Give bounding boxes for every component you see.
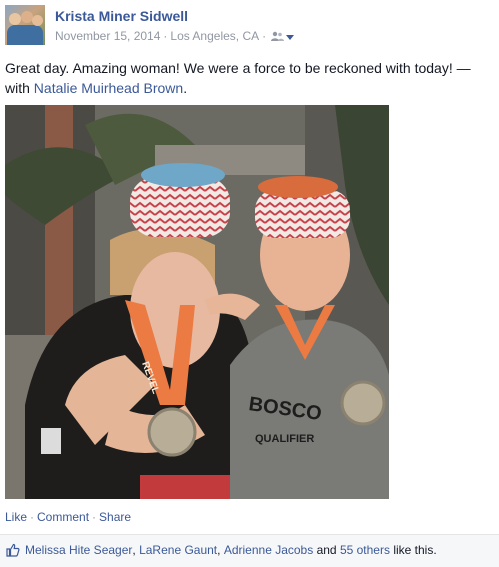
author-avatar[interactable] xyxy=(5,5,45,45)
likes-bar: Melissa Hite Seager, LaRene Gaunt, Adrie… xyxy=(0,534,499,567)
photo-image: REVEL BOSCO QUALIFIER xyxy=(5,105,389,499)
liker-link[interactable]: Melissa Hite Seager xyxy=(25,543,132,557)
meta-separator: · xyxy=(163,29,168,43)
audience-selector[interactable] xyxy=(271,31,295,42)
friends-icon xyxy=(271,31,285,41)
like-button[interactable]: Like xyxy=(5,510,27,524)
avatar-face-1 xyxy=(9,13,21,25)
liker-link[interactable]: LaRene Gaunt xyxy=(139,543,217,557)
thumbs-up-icon xyxy=(6,543,20,557)
post-date-link[interactable]: November 15, 2014 xyxy=(55,29,160,43)
meta-separator: · xyxy=(262,29,267,43)
post-actions: Like · Comment · Share xyxy=(5,510,131,524)
share-button[interactable]: Share xyxy=(99,510,131,524)
likes-comma: , xyxy=(132,543,136,557)
liker-link[interactable]: Adrienne Jacobs xyxy=(224,543,313,557)
others-link[interactable]: 55 others xyxy=(340,543,390,557)
post-status-text: Great day. Amazing woman! We were a forc… xyxy=(5,58,493,98)
post-meta: November 15, 2014 · Los Angeles, CA · xyxy=(55,29,295,43)
likes-and: and xyxy=(316,543,337,557)
tagged-friend-link[interactable]: Natalie Muirhead Brown xyxy=(34,80,183,96)
likes-summary: Melissa Hite Seager, LaRene Gaunt, Adrie… xyxy=(6,543,437,557)
action-separator: · xyxy=(30,510,35,524)
author-name-link[interactable]: Krista Miner Sidwell xyxy=(55,8,188,24)
post-photo[interactable]: REVEL BOSCO QUALIFIER xyxy=(5,105,389,499)
chevron-down-icon xyxy=(286,34,295,40)
post-location-link[interactable]: Los Angeles, CA xyxy=(170,29,259,43)
status-end: . xyxy=(183,80,188,96)
likes-comma: , xyxy=(217,543,221,557)
comment-button[interactable]: Comment xyxy=(37,510,89,524)
shirt-subtext: QUALIFIER xyxy=(255,433,314,445)
avatar-face-3 xyxy=(32,15,43,26)
likes-suffix: like this. xyxy=(393,543,437,557)
avatar-figure xyxy=(7,25,43,45)
action-separator: · xyxy=(92,510,97,524)
